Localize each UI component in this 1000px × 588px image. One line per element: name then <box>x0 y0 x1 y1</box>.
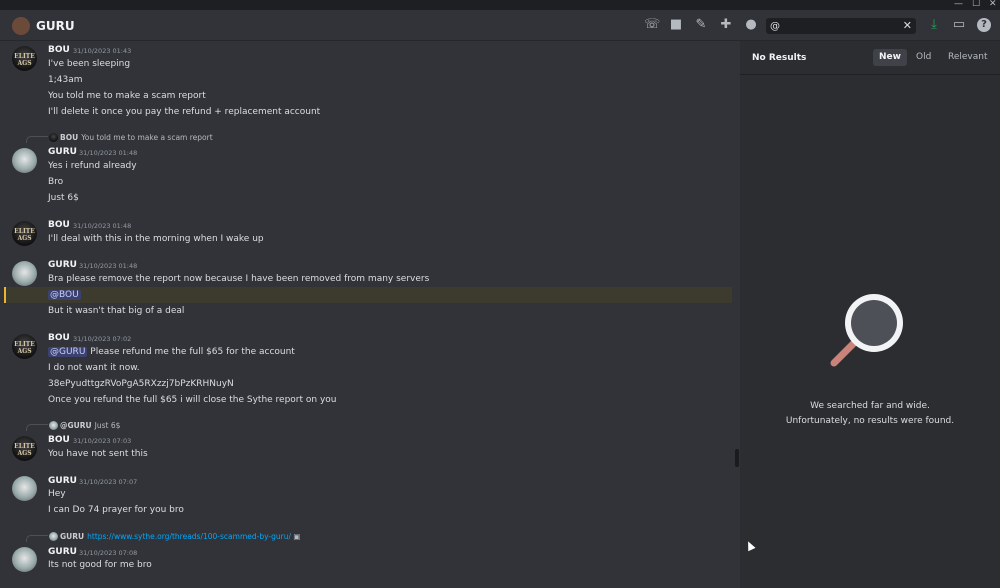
reply-author: GURU <box>60 532 85 541</box>
reply-preview[interactable]: BOU You told me to make a scam report <box>60 133 213 142</box>
avatar[interactable] <box>12 261 37 286</box>
close-window-button[interactable]: ✕ <box>989 0 997 9</box>
message-text: I'll delete it once you pay the refund +… <box>48 107 321 117</box>
message-text: I've been sleeping <box>48 59 131 69</box>
message-author[interactable]: BOU <box>48 435 70 445</box>
reply-text: You told me to make a scam report <box>81 133 213 142</box>
maximize-button[interactable]: ☐ <box>972 0 980 9</box>
message-text: I do not want it now. <box>48 363 140 373</box>
scrollbar-thumb[interactable] <box>735 449 739 467</box>
reply-preview[interactable]: GURU https://www.sythe.org/threads/100-sc… <box>60 532 300 541</box>
message-text: I'll deal with this in the morning when … <box>48 234 264 244</box>
search-box[interactable]: ✕ <box>766 18 916 34</box>
message-author[interactable]: GURU <box>48 147 77 157</box>
message-author[interactable]: GURU <box>48 547 77 557</box>
message-timestamp: 31/10/2023 07:08 <box>79 549 138 557</box>
results-count: No Results <box>752 53 807 63</box>
message-text: Hey <box>48 489 66 499</box>
title-bar: — ☐ ✕ <box>0 0 1000 10</box>
reply-preview[interactable]: @GURU Just 6$ <box>60 421 120 430</box>
user-mention[interactable]: @GURU <box>48 347 88 357</box>
message-text: @GURU Please refund me the full $65 for … <box>48 347 295 357</box>
avatar[interactable]: ELITE AGS <box>12 334 37 359</box>
message-timestamp: 31/10/2023 07:02 <box>73 335 132 343</box>
discord-window: — ☐ ✕ GURU ☏ ■ ✎ ✚ ● ✕ ⤓ ▭ ? ELITE AGS B… <box>0 0 1000 588</box>
reply-connector <box>26 136 48 143</box>
avatar[interactable] <box>12 148 37 173</box>
pin-icon[interactable]: ✎ <box>694 18 708 32</box>
message-author[interactable]: BOU <box>48 333 70 343</box>
avatar-text: ELITE AGS <box>14 53 35 67</box>
message-timestamp: 31/10/2023 01:48 <box>79 149 138 157</box>
profile-icon[interactable]: ● <box>744 18 758 32</box>
message-text: @BOU <box>48 290 81 300</box>
channel-header: GURU ☏ ■ ✎ ✚ ● ✕ ⤓ ▭ ? <box>0 10 1000 41</box>
user-mention[interactable]: @BOU <box>48 290 81 300</box>
reply-connector <box>26 424 48 431</box>
message-text: Once you refund the full $65 i will clos… <box>48 395 337 405</box>
inbox-icon[interactable]: ▭ <box>952 18 966 32</box>
avatar[interactable] <box>12 476 37 501</box>
avatar-text: ELITE AGS <box>14 341 35 355</box>
message-timestamp: 31/10/2023 07:07 <box>79 478 138 486</box>
message-text: I can Do 74 prayer for you bro <box>48 505 184 515</box>
channel-title: GURU <box>36 19 75 33</box>
empty-message-line2: Unfortunately, no results were found. <box>785 416 955 426</box>
message-text: 1;43am <box>48 75 83 85</box>
add-friend-icon[interactable]: ✚ <box>719 18 733 32</box>
download-icon[interactable]: ⤓ <box>927 18 941 32</box>
message-author[interactable]: GURU <box>48 260 77 270</box>
reply-connector <box>26 535 48 542</box>
message-timestamp: 31/10/2023 01:43 <box>73 47 132 55</box>
message-timestamp: 31/10/2023 01:48 <box>79 262 138 270</box>
reply-avatar <box>49 421 58 430</box>
help-icon[interactable]: ? <box>977 18 991 32</box>
magnifier-icon <box>830 294 903 367</box>
message-timestamp: 31/10/2023 01:48 <box>73 222 132 230</box>
message-timestamp: 31/10/2023 07:03 <box>73 437 132 445</box>
message-author[interactable]: BOU <box>48 45 70 55</box>
message-text: Bra please remove the report now because… <box>48 274 430 284</box>
reply-text: Just 6$ <box>94 421 121 430</box>
video-icon[interactable]: ■ <box>669 18 683 32</box>
minimize-button[interactable]: — <box>954 0 963 9</box>
sort-relevant-button[interactable]: Relevant <box>942 49 994 66</box>
image-icon: ▣ <box>293 532 301 541</box>
avatar[interactable]: ELITE AGS <box>12 46 37 71</box>
avatar[interactable]: ELITE AGS <box>12 436 37 461</box>
message-author[interactable]: GURU <box>48 476 77 486</box>
message-text: 38ePyudttgzRVoPgA5RXzzj7bPzKRHNuyN <box>48 379 234 389</box>
reply-avatar <box>49 532 58 541</box>
empty-message-line1: We searched far and wide. <box>810 401 930 411</box>
message-text: Yes i refund already <box>48 161 137 171</box>
reply-author: BOU <box>60 133 79 142</box>
clear-search-icon[interactable]: ✕ <box>903 19 912 32</box>
message-list[interactable]: ELITE AGS BOU 31/10/2023 01:43 I've been… <box>0 41 740 588</box>
avatar-text: ELITE AGS <box>14 443 35 457</box>
results-header: No Results New Old Relevant <box>740 41 1000 75</box>
message-text: You told me to make a scam report <box>48 91 206 101</box>
avatar[interactable] <box>12 547 37 572</box>
message-text: Just 6$ <box>48 193 79 203</box>
message-text: Its not good for me bro <box>48 560 152 570</box>
sort-new-button[interactable]: New <box>873 49 907 66</box>
message-text: You have not sent this <box>48 449 148 459</box>
message-author[interactable]: BOU <box>48 220 70 230</box>
search-input[interactable] <box>770 19 898 33</box>
message-text-span: Please refund me the full $65 for the ac… <box>90 347 295 357</box>
search-results-panel: No Results New Old Relevant We searched … <box>740 41 1000 588</box>
reply-author: @GURU <box>60 421 92 430</box>
dm-avatar[interactable] <box>12 17 30 35</box>
avatar-text: ELITE AGS <box>14 228 35 242</box>
message-text: But it wasn't that big of a deal <box>48 306 185 316</box>
message-text: Bro <box>48 177 64 187</box>
reply-link[interactable]: https://www.sythe.org/threads/100-scamme… <box>87 532 291 541</box>
mention-highlight <box>4 287 732 303</box>
sort-old-button[interactable]: Old <box>910 49 937 66</box>
reply-avatar <box>49 133 58 142</box>
phone-icon[interactable]: ☏ <box>644 18 660 32</box>
avatar[interactable]: ELITE AGS <box>12 221 37 246</box>
